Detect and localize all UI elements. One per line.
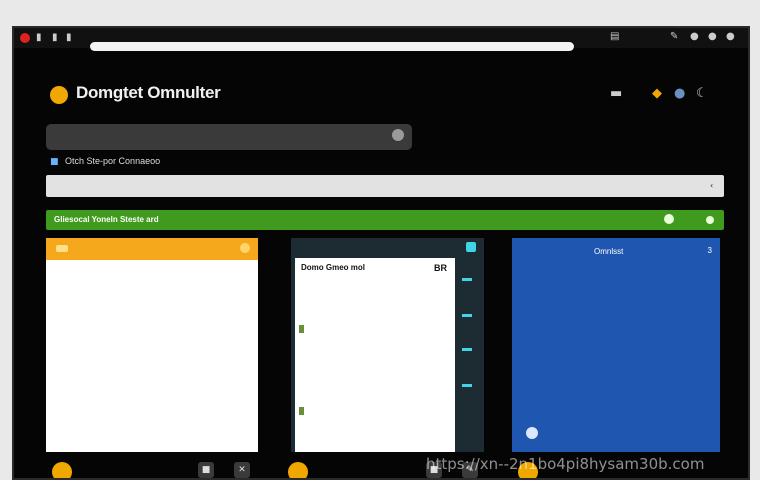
scroll-marker[interactable] <box>462 384 472 387</box>
search-icon[interactable] <box>392 129 404 141</box>
reload-icon[interactable]: ▮ <box>66 32 72 43</box>
info-card-right[interactable]: Omnlsst 3 <box>512 238 720 452</box>
banner-toggle-icon[interactable] <box>664 214 674 224</box>
minus-icon[interactable]: ▬ <box>610 86 622 101</box>
pen-icon[interactable]: ✎ <box>670 31 678 42</box>
card-title: Omnlsst <box>594 247 624 256</box>
scroll-marker[interactable] <box>462 278 472 281</box>
card-options-icon[interactable] <box>466 242 476 252</box>
forward-icon[interactable]: ▮ <box>52 32 58 43</box>
banner-text: Gliesocal Yoneln Steste ard <box>54 215 159 224</box>
browser-window: ▮ ▮ ▮ ▤ ✎ ● ● ● Domgtet Omnulter ▬ ◆ ● ☾… <box>12 26 750 480</box>
menu-bar <box>14 54 748 68</box>
share-icon[interactable]: ✕ <box>234 462 250 478</box>
address-bar[interactable] <box>90 42 574 51</box>
card-header <box>46 238 258 260</box>
article-card-left[interactable] <box>46 238 258 452</box>
list-title: Domo Gmeo mol <box>301 263 366 272</box>
list-card-middle: Domo Gmeo mol BR <box>291 238 484 452</box>
browser-logo-icon[interactable] <box>20 33 30 43</box>
list-panel: Domo Gmeo mol BR <box>295 258 455 452</box>
scroll-marker[interactable] <box>462 314 472 317</box>
profile-icon[interactable]: ● <box>690 31 699 42</box>
watermark-url: https://xn--2n1bo4pi8hysam30b.com <box>426 455 705 473</box>
back-icon[interactable]: ▮ <box>36 32 42 43</box>
card-badge-icon <box>56 245 68 252</box>
notice-banner: Gliesocal Yoneln Steste ard <box>46 210 724 230</box>
scroll-marker[interactable] <box>462 348 472 351</box>
lock-icon[interactable]: ◆ <box>652 86 662 101</box>
list-tag: BR <box>434 263 447 273</box>
globe-icon[interactable]: ● <box>674 86 685 101</box>
user-avatar-icon[interactable] <box>288 462 308 478</box>
close-icon[interactable]: ● <box>726 31 735 42</box>
brand-logo-icon[interactable] <box>50 86 68 104</box>
home-icon[interactable]: ■ <box>50 157 59 167</box>
moon-icon[interactable]: ☾ <box>696 86 708 101</box>
browser-tab-bar: ▮ ▮ ▮ ▤ ✎ ● ● ● <box>14 28 748 51</box>
card-footer[interactable] <box>524 424 710 442</box>
menu-icon[interactable]: ● <box>708 31 717 42</box>
user-avatar-icon[interactable] <box>52 462 72 478</box>
info-icon <box>526 427 538 439</box>
list-item[interactable] <box>299 406 449 416</box>
toolbar-more-icon[interactable]: ‹ <box>710 181 713 190</box>
toolbar: ‹ <box>46 175 724 197</box>
breadcrumb: ■ Otch Ste-por Connaeoo <box>50 156 160 167</box>
search-bar[interactable] <box>46 124 412 150</box>
breadcrumb-text[interactable]: Otch Ste-por Connaeoo <box>65 156 160 166</box>
card-tag: 3 <box>707 246 712 255</box>
settings-icon[interactable]: ▤ <box>610 31 619 42</box>
lock-icon[interactable]: ■ <box>198 462 214 478</box>
banner-close-icon[interactable] <box>706 216 714 224</box>
list-item[interactable] <box>299 324 449 334</box>
brand-title[interactable]: Domgtet Omnulter <box>76 83 221 103</box>
card-options-icon[interactable] <box>240 243 250 253</box>
